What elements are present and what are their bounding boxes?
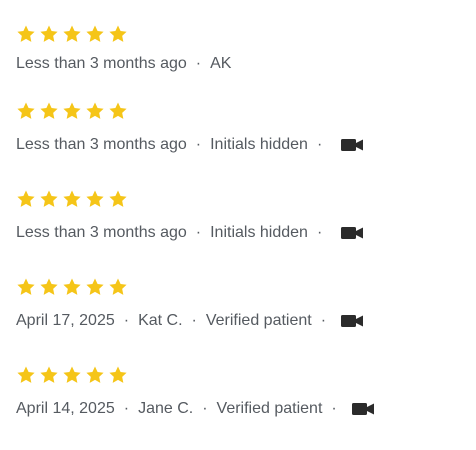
separator-dot: · [316,136,323,153]
separator-dot: · [123,312,130,329]
review-author: Initials hidden [210,224,308,241]
star-rating [16,189,363,209]
star-rating [16,101,363,121]
star-icon [39,189,59,209]
video-camera-icon[interactable] [341,139,364,151]
review-author: Jane C. [138,400,194,417]
verified-badge: Verified patient [205,312,312,329]
separator-dot: · [331,400,337,417]
star-icon [16,24,36,44]
star-icon [85,189,105,209]
star-icon [16,277,36,297]
star-icon [108,24,128,44]
review-author: Initials hidden [210,136,308,153]
review-meta: Less than 3 months ago · Initials hidden… [16,135,364,155]
review-meta: April 17, 2025 · Kat C. · Verified patie… [16,311,364,331]
verified-badge: Verified patient [216,400,323,417]
review-date: April 17, 2025 [16,312,115,329]
review-meta: April 14, 2025 · Jane C. · Verified pati… [16,399,374,419]
star-icon [108,101,128,121]
star-rating [16,277,363,297]
separator-dot: · [195,224,202,241]
star-icon [16,101,36,121]
review-author: AK [210,55,232,72]
star-icon [85,365,105,385]
star-icon [108,277,128,297]
star-icon [108,189,128,209]
video-camera-icon[interactable] [351,403,374,415]
video-camera-icon[interactable] [341,227,364,239]
review-item: April 14, 2025 · Jane C. · Verified pati… [16,365,374,419]
separator-dot: · [320,312,327,329]
review-date: Less than 3 months ago [16,55,187,72]
review-date: April 14, 2025 [16,400,115,417]
star-rating [16,24,231,44]
star-icon [39,24,59,44]
star-rating [16,365,374,385]
star-icon [62,277,82,297]
star-icon [62,24,82,44]
star-icon [108,365,128,385]
star-icon [62,189,82,209]
review-item: Less than 3 months ago · Initials hidden… [16,189,364,243]
video-camera-icon[interactable] [341,315,364,327]
star-icon [85,277,105,297]
review-date: Less than 3 months ago [16,136,187,153]
separator-dot: · [195,136,202,153]
review-author: Kat C. [138,312,183,329]
star-icon [62,365,82,385]
star-icon [85,101,105,121]
separator-dot: · [316,224,323,241]
star-icon [62,101,82,121]
separator-dot: · [123,400,130,417]
star-icon [16,365,36,385]
star-icon [39,101,59,121]
review-item: Less than 3 months ago · AK [16,24,231,74]
star-icon [16,189,36,209]
review-meta: Less than 3 months ago · AK [16,54,231,74]
star-icon [85,24,105,44]
star-icon [39,277,59,297]
review-item: April 17, 2025 · Kat C. · Verified patie… [16,277,364,331]
review-meta: Less than 3 months ago · Initials hidden… [16,223,364,243]
review-item: Less than 3 months ago · Initials hidden… [16,101,364,155]
review-date: Less than 3 months ago [16,224,187,241]
separator-dot: · [195,55,202,72]
separator-dot: · [202,400,208,417]
separator-dot: · [191,312,197,329]
star-icon [39,365,59,385]
